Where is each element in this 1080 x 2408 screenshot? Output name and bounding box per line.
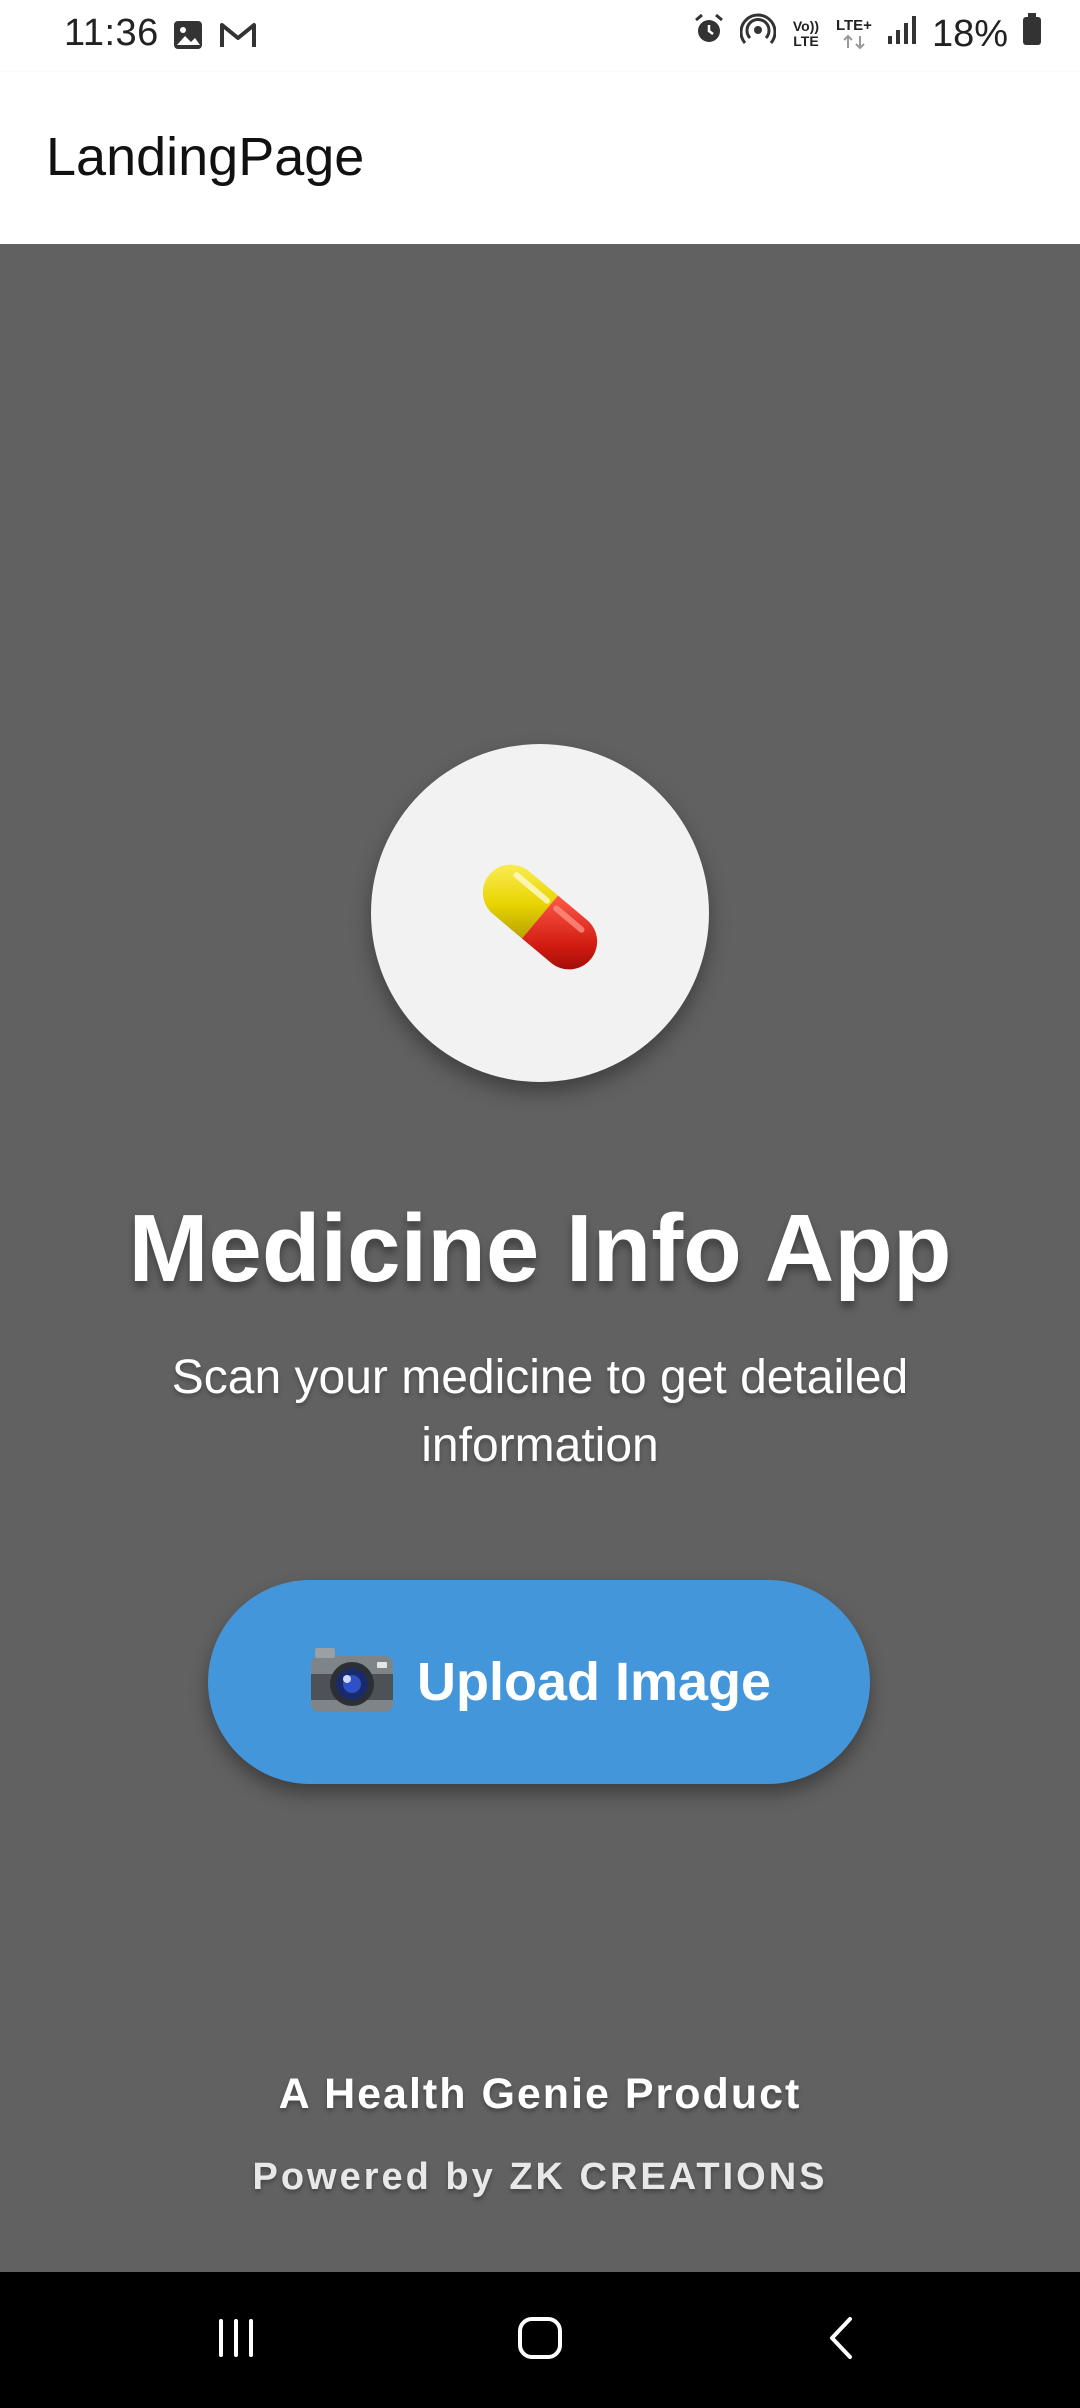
upload-image-button[interactable]: Upload Image xyxy=(208,1580,870,1784)
notification-icons xyxy=(172,18,258,61)
app-logo xyxy=(371,744,709,1082)
status-bar: 11:36 Vo)) LTE LTE+ 18% xyxy=(0,0,1080,72)
alarm-icon xyxy=(692,12,726,56)
upload-button-label: Upload Image xyxy=(416,1652,772,1712)
footer-powered-by: Powered by ZK CREATIONS xyxy=(252,2156,828,2198)
footer-product: A Health Genie Product xyxy=(278,2070,802,2118)
recents-button[interactable] xyxy=(136,2272,336,2408)
app-subtitle: Scan your medicine to get detailed infor… xyxy=(171,1351,909,1472)
app-bar: LandingPage xyxy=(0,72,1080,244)
back-button[interactable] xyxy=(742,2272,942,2408)
recents-icon xyxy=(211,2313,261,2368)
battery-percentage: 18% xyxy=(931,12,1008,55)
lte-label: LTE+ xyxy=(835,17,872,34)
lte-plus-icon: LTE+ xyxy=(836,18,872,50)
status-time: 11:36 xyxy=(64,12,159,54)
system-icons: Vo)) LTE LTE+ 18% xyxy=(692,12,1042,56)
page-title: LandingPage xyxy=(46,127,365,187)
battery-icon xyxy=(1022,12,1042,56)
camera-icon xyxy=(307,1644,397,1721)
main-content: Medicine Info App Scan your medicine to … xyxy=(0,244,1080,2272)
signal-icon xyxy=(886,13,918,56)
volte-icon: Vo)) LTE xyxy=(792,18,820,49)
home-icon xyxy=(515,2313,565,2368)
gmail-icon xyxy=(218,18,258,61)
home-button[interactable] xyxy=(440,2272,640,2408)
pill-icon xyxy=(455,832,625,1007)
back-icon xyxy=(817,2313,867,2368)
gallery-icon xyxy=(172,18,204,61)
system-nav-bar xyxy=(0,2272,1080,2408)
app-title: Medicine Info App xyxy=(128,1195,952,1302)
hotspot-icon xyxy=(739,12,777,56)
